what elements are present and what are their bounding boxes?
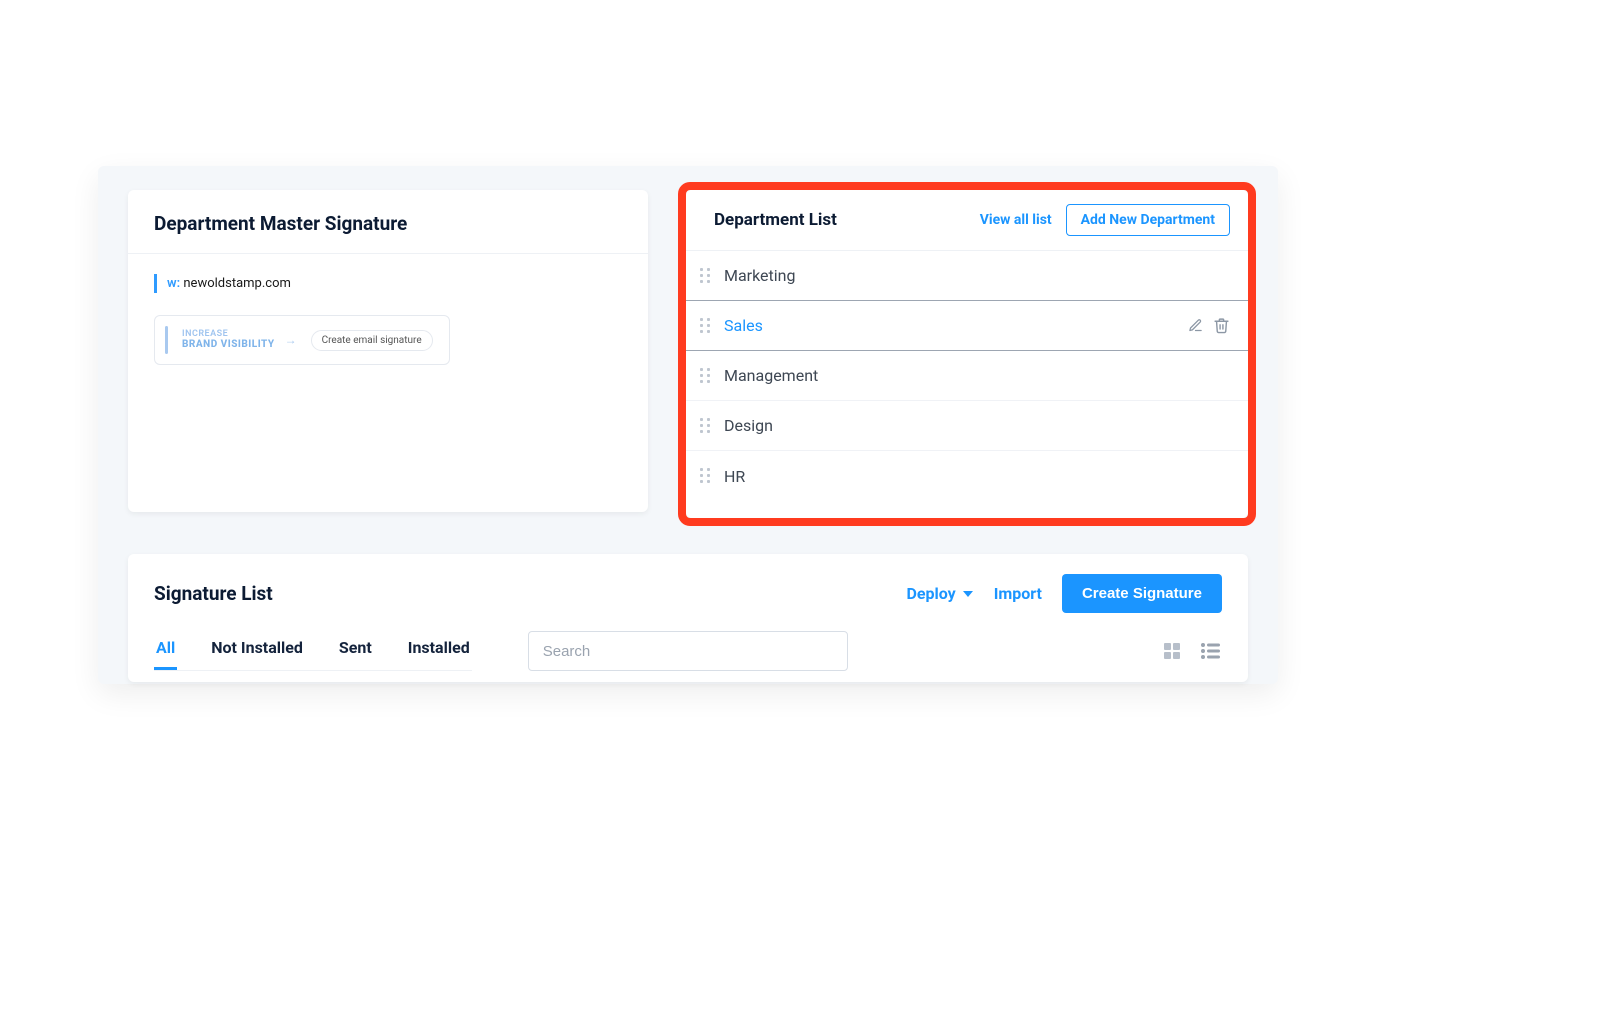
department-list-header: Department List View all list Add New De…	[686, 190, 1248, 251]
list-view-icon[interactable]	[1200, 641, 1222, 661]
search-box	[528, 631, 848, 671]
deploy-label: Deploy	[906, 584, 955, 603]
department-name: Management	[724, 366, 1230, 385]
signature-website-prefix: w:	[167, 276, 180, 291]
department-name: Marketing	[724, 266, 1230, 285]
signature-banner-line2: BRAND VISIBILITY	[182, 339, 275, 350]
department-row[interactable]: Management	[686, 351, 1248, 401]
signature-list-toolbar: All Not Installed Sent Installed	[128, 623, 1248, 671]
tab-installed[interactable]: Installed	[406, 632, 472, 670]
department-row[interactable]: Design	[686, 401, 1248, 451]
signature-banner-text: INCREASE BRAND VISIBILITY	[182, 330, 275, 351]
tab-all[interactable]: All	[154, 632, 177, 670]
view-toggle-group	[1162, 641, 1222, 661]
tab-sent[interactable]: Sent	[337, 632, 374, 670]
drag-handle-icon[interactable]	[700, 468, 714, 484]
department-row[interactable]: Sales	[686, 301, 1248, 351]
import-button[interactable]: Import	[994, 584, 1042, 603]
drag-handle-icon[interactable]	[700, 268, 714, 284]
department-list-card: Department List View all list Add New De…	[686, 190, 1248, 518]
department-list-title: Department List	[714, 210, 966, 230]
signature-list-header: Signature List Deploy Import Create Sign…	[128, 554, 1248, 623]
master-signature-title: Department Master Signature	[154, 212, 622, 235]
caret-down-icon	[962, 589, 974, 599]
department-row[interactable]: Marketing	[686, 251, 1248, 301]
master-signature-header: Department Master Signature	[128, 190, 648, 254]
drag-handle-icon[interactable]	[700, 318, 714, 334]
department-row[interactable]: HR	[686, 451, 1248, 501]
master-signature-card: Department Master Signature w: newoldsta…	[128, 190, 648, 512]
signature-website-line: w: newoldstamp.com	[154, 274, 622, 293]
drag-handle-icon[interactable]	[700, 368, 714, 384]
grid-view-icon[interactable]	[1162, 641, 1182, 661]
signature-banner: INCREASE BRAND VISIBILITY → Create email…	[154, 315, 450, 365]
add-new-department-button[interactable]: Add New Department	[1066, 204, 1230, 236]
view-all-list-link[interactable]: View all list	[980, 212, 1052, 228]
top-row: Department Master Signature w: newoldsta…	[128, 190, 1248, 518]
department-list-highlight-wrap: Department List View all list Add New De…	[686, 190, 1248, 518]
app-canvas: Department Master Signature w: newoldsta…	[98, 166, 1278, 684]
department-name: Design	[724, 416, 1230, 435]
deploy-dropdown[interactable]: Deploy	[906, 584, 973, 603]
signature-website-value: newoldstamp.com	[183, 276, 291, 291]
department-name: Sales	[724, 316, 1174, 335]
signature-filter-tabs: All Not Installed Sent Installed	[154, 632, 472, 671]
signature-banner-line1: INCREASE	[182, 330, 275, 340]
signature-banner-accent	[165, 326, 168, 354]
signature-preview: w: newoldstamp.com INCREASE BRAND VISIBI…	[128, 254, 648, 385]
signature-banner-cta[interactable]: Create email signature	[311, 330, 433, 351]
trash-icon[interactable]	[1213, 317, 1230, 334]
arrow-right-icon: →	[285, 333, 297, 347]
search-input[interactable]	[528, 631, 848, 671]
tab-not-installed[interactable]: Not Installed	[209, 632, 305, 670]
department-name: HR	[724, 467, 1230, 486]
create-signature-button[interactable]: Create Signature	[1062, 574, 1222, 613]
signature-list-title: Signature List	[154, 582, 886, 605]
edit-icon[interactable]	[1188, 318, 1203, 333]
signature-list-card: Signature List Deploy Import Create Sign…	[128, 554, 1248, 682]
drag-handle-icon[interactable]	[700, 418, 714, 434]
